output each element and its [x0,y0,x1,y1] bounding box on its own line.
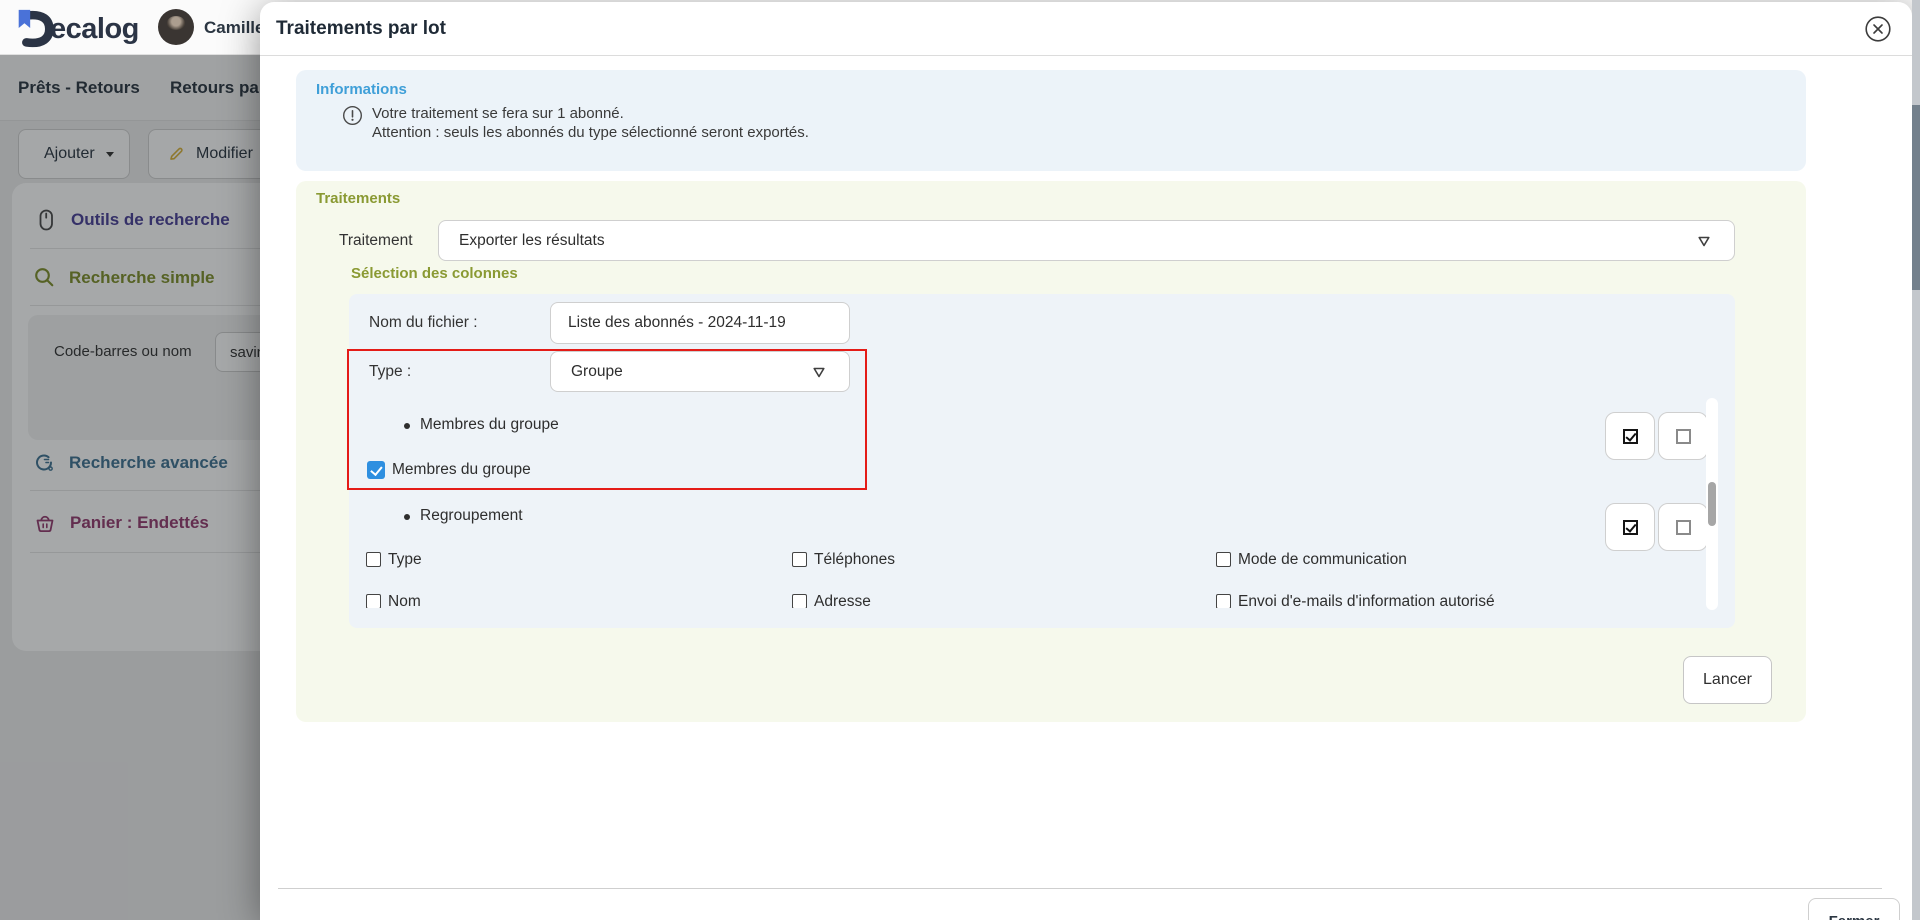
bullet-dot [404,423,410,429]
checkbox-unchecked[interactable] [792,594,807,608]
close-modal-button[interactable]: Fermer [1808,898,1900,920]
modal-title: Traitements par lot [276,2,446,56]
select-all-group-members-button[interactable] [1605,412,1655,460]
group-members-checkbox[interactable] [367,461,385,479]
column-option-label: Mode de communication [1238,550,1407,570]
close-icon[interactable] [1864,15,1892,43]
filename-label: Nom du fichier : [369,302,478,344]
launch-button[interactable]: Lancer [1683,656,1772,704]
treatment-select[interactable]: Exporter les résultats [438,220,1735,261]
column-option-type[interactable]: Type [366,550,422,570]
column-option-label: Téléphones [814,550,895,570]
filename-input[interactable] [550,302,850,344]
checkbox-unchecked[interactable] [1216,594,1231,608]
deselect-all-group-members-button[interactable] [1658,412,1708,460]
info-message: Votre traitement se fera sur 1 abonné. A… [372,105,809,142]
column-option-label: Adresse [814,592,871,608]
modal-footer-divider [278,888,1882,889]
type-select[interactable]: Groupe [550,351,850,392]
column-selection-title: Sélection des colonnes [351,265,518,282]
batch-processing-modal: Traitements par lot Informations Votre t… [260,2,1912,920]
modal-header: Traitements par lot [260,2,1912,56]
inner-scrollbar[interactable] [1706,398,1718,610]
group-members-checkbox-label[interactable]: Membres du groupe [392,460,531,480]
regroupement-bullet: Regroupement [420,506,523,526]
unchecked-box-icon [1676,520,1691,535]
column-option-mode-communication[interactable]: Mode de communication [1216,550,1407,570]
type-select-value: Groupe [571,352,623,391]
treatments-title: Traitements [316,190,400,207]
informations-title: Informations [316,81,407,98]
column-option-envoi-emails[interactable]: Envoi d'e-mails d'information autorisé [1216,592,1495,608]
informations-box: Informations Votre traitement se fera su… [296,70,1806,171]
column-option-label: Type [388,550,422,570]
info-icon [342,105,363,126]
treatment-label: Traitement [339,220,413,261]
logo-text: ecalog [50,13,139,46]
page-scrollbar-thumb[interactable] [1912,105,1920,290]
column-selection-viewport: Nom du fichier : Type : Groupe Membres d… [349,294,1735,608]
user-avatar[interactable] [158,9,194,45]
select-all-regroupement-button[interactable] [1605,503,1655,551]
column-option-nom[interactable]: Nom [366,592,421,608]
decalog-logo: ecalog [14,7,139,51]
column-selection-panel: Nom du fichier : Type : Groupe Membres d… [349,294,1735,628]
inner-scrollbar-thumb[interactable] [1708,482,1716,526]
checkbox-unchecked[interactable] [366,552,381,567]
treatments-box: Traitements Traitement Exporter les résu… [296,181,1806,722]
checkbox-unchecked[interactable] [792,552,807,567]
group-members-bullet: Membres du groupe [420,415,559,435]
column-option-label: Nom [388,592,421,608]
treatment-select-value: Exporter les résultats [459,221,605,260]
application-window: ecalog Camille T Prêts - Retours Retours… [0,0,1920,920]
column-option-adresse[interactable]: Adresse [792,592,871,608]
type-label: Type : [369,351,411,392]
chevron-down-icon [1694,231,1714,251]
page-scrollbar[interactable] [1912,0,1920,920]
bullet-dot [404,514,410,520]
checkbox-unchecked[interactable] [366,594,381,608]
info-line-1: Votre traitement se fera sur 1 abonné. [372,105,809,124]
checkbox-unchecked[interactable] [1216,552,1231,567]
logo-d-icon [14,7,54,51]
checked-box-icon [1623,520,1638,535]
checked-box-icon [1623,429,1638,444]
deselect-all-regroupement-button[interactable] [1658,503,1708,551]
unchecked-box-icon [1676,429,1691,444]
info-line-2: Attention : seuls les abonnés du type sé… [372,124,809,143]
column-option-telephones[interactable]: Téléphones [792,550,895,570]
column-option-label: Envoi d'e-mails d'information autorisé [1238,592,1495,608]
chevron-down-icon [809,362,829,382]
